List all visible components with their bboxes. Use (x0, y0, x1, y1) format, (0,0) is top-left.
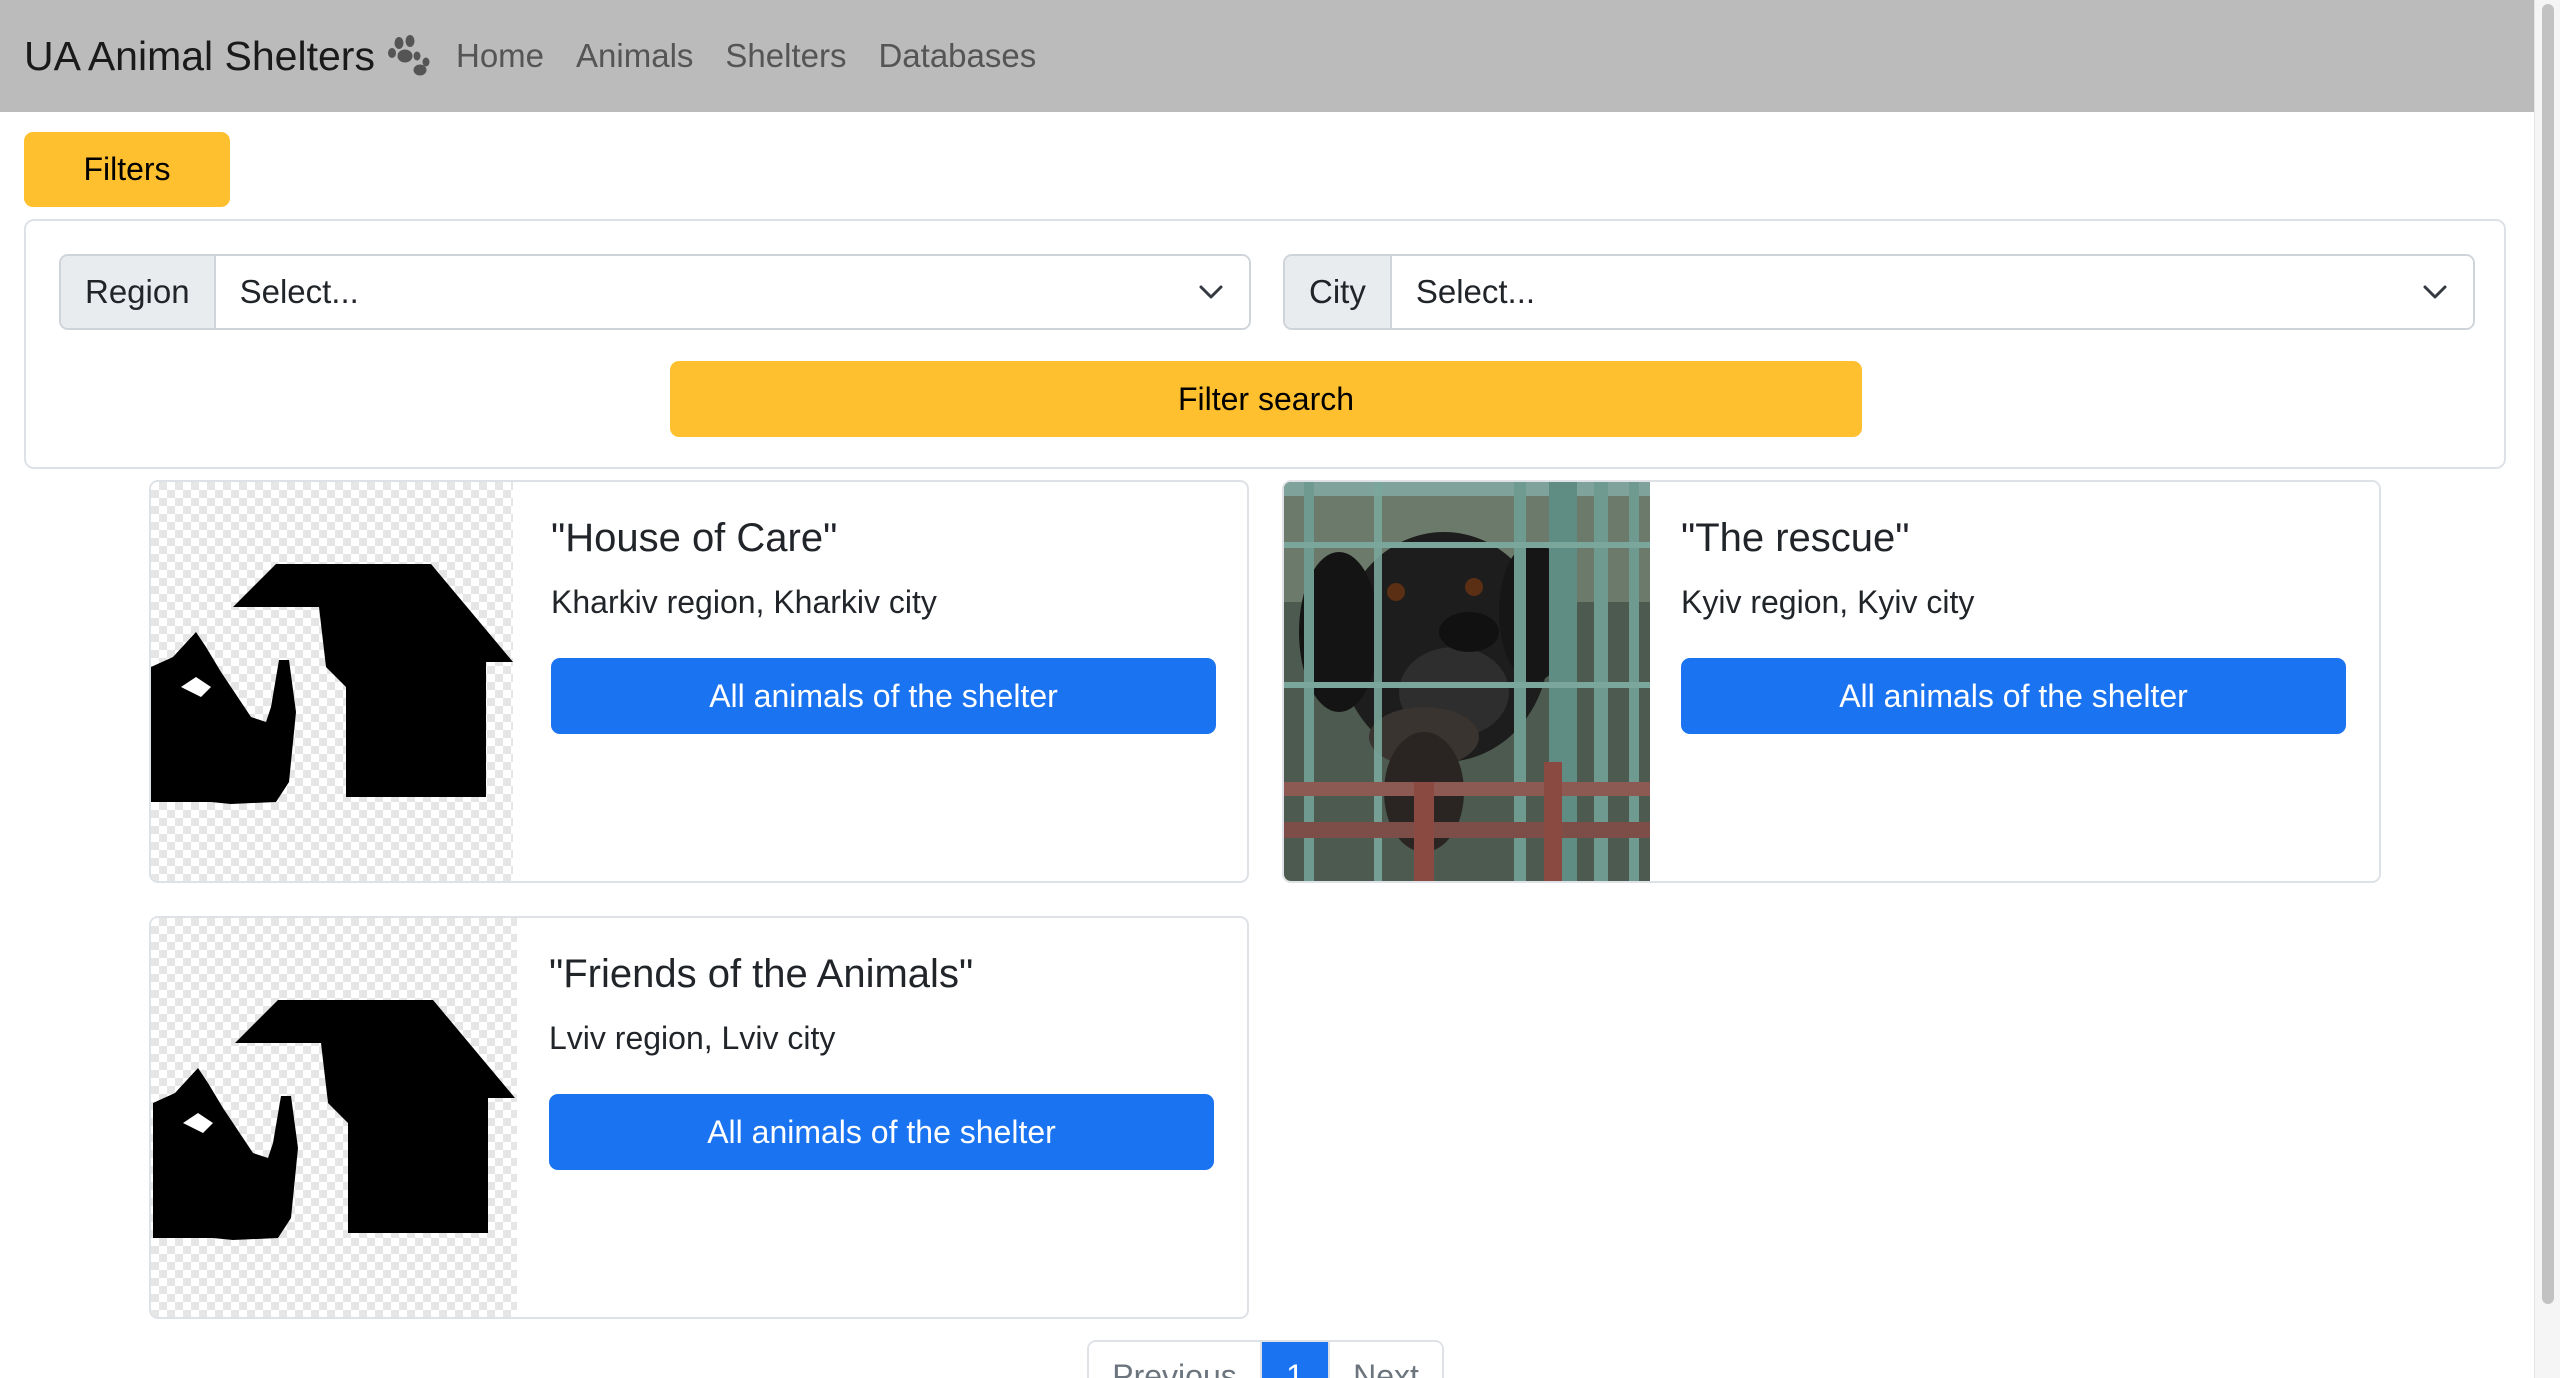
content: UA Animal Shelters Home Animals Shelters… (0, 0, 2534, 1378)
pagination-previous[interactable]: Previous (1089, 1342, 1262, 1378)
dog-behind-fence-photo (1284, 482, 1650, 881)
nav-link-databases[interactable]: Databases (878, 37, 1036, 75)
city-select-value: Select... (1415, 273, 1536, 310)
scrollbar-thumb[interactable] (2542, 4, 2554, 1304)
pagination-page-1[interactable]: 1 (1262, 1342, 1328, 1378)
chevron-down-icon (1199, 285, 1223, 299)
city-select[interactable]: Select... (1391, 256, 2473, 328)
nav-link-home[interactable]: Home (456, 37, 544, 75)
city-label: City (1285, 256, 1392, 328)
pagination: Previous 1 Next (1087, 1340, 1444, 1378)
page: UA Animal Shelters Home Animals Shelters… (0, 0, 2560, 1378)
region-input-group: Region Select... (59, 254, 1251, 330)
nav-link-animals[interactable]: Animals (576, 37, 693, 75)
shelter-name: "House of Care" (551, 516, 838, 560)
pagination-next[interactable]: Next (1328, 1342, 1442, 1378)
brand-title: UA Animal Shelters (24, 32, 375, 79)
vertical-scrollbar[interactable] (2534, 0, 2560, 1378)
region-select-value: Select... (239, 273, 359, 310)
city-input-group: City Select... (1283, 254, 2475, 330)
filters-toggle-button[interactable]: Filters (24, 132, 230, 207)
shelter-card: "Friends of the Animals" Lviv region, Lv… (149, 916, 1249, 1319)
shelter-placeholder-icon (151, 482, 513, 881)
shelter-card: "House of Care" Kharkiv region, Kharkiv … (149, 480, 1249, 883)
region-label: Region (61, 256, 216, 328)
region-select[interactable]: Select... (215, 256, 1249, 328)
nav-link-shelters[interactable]: Shelters (725, 37, 846, 75)
filter-search-button[interactable]: Filter search (670, 361, 1862, 437)
all-animals-button[interactable]: All animals of the shelter (549, 1094, 1214, 1170)
nav-links: Home Animals Shelters Databases (456, 0, 1068, 112)
navbar: UA Animal Shelters Home Animals Shelters… (0, 0, 2534, 112)
all-animals-button[interactable]: All animals of the shelter (1681, 658, 2346, 734)
paw-icon (387, 35, 430, 76)
all-animals-button[interactable]: All animals of the shelter (551, 658, 1216, 734)
shelter-location: Lviv region, Lviv city (549, 1020, 836, 1056)
shelter-name: "Friends of the Animals" (549, 952, 974, 996)
brand[interactable]: UA Animal Shelters (24, 0, 431, 112)
filter-panel: Region Select... City Select... Filter s… (24, 219, 2506, 469)
shelter-location: Kharkiv region, Kharkiv city (551, 584, 937, 620)
chevron-down-icon (2423, 285, 2447, 299)
shelter-placeholder-icon (151, 918, 517, 1317)
shelter-card: "The rescue" Kyiv region, Kyiv city All … (1282, 480, 2381, 883)
shelter-name: "The rescue" (1681, 516, 1910, 560)
shelter-location: Kyiv region, Kyiv city (1681, 584, 1975, 620)
